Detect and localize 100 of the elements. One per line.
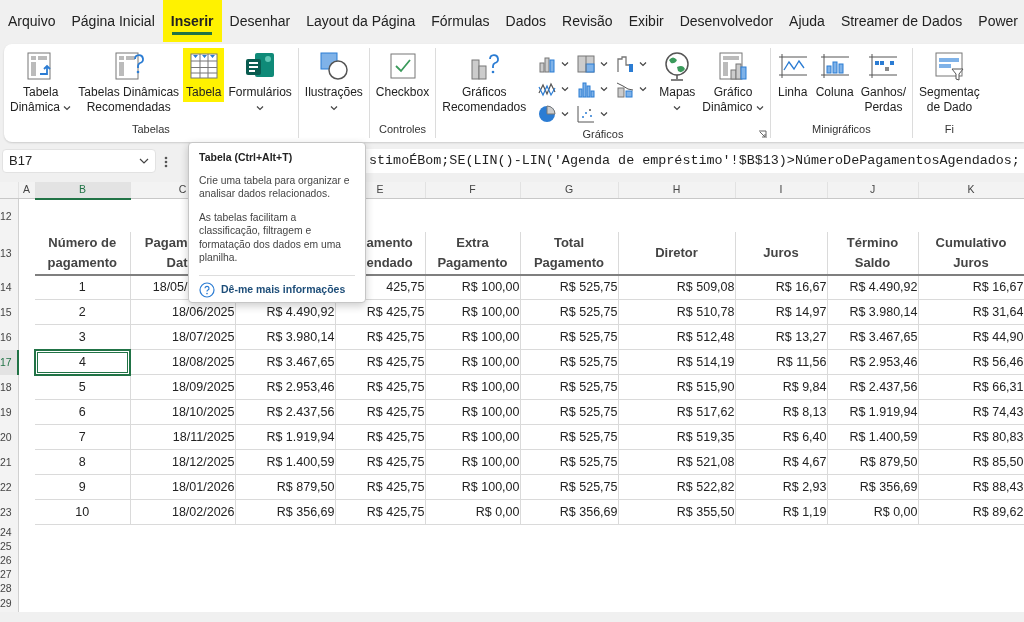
table-cell: R$ 425,75 <box>366 379 424 394</box>
help-icon <box>199 281 215 298</box>
column-heading: amento endado <box>366 233 413 272</box>
row-header[interactable]: 14 <box>0 274 18 300</box>
ribbon-button[interactable]: Mapas <box>656 48 699 117</box>
table-cell: R$ 8,13 <box>782 404 826 419</box>
group-label: Tabelas <box>131 122 170 138</box>
ribbon-button[interactable]: Coluna <box>812 48 857 102</box>
chevron-down-icon <box>139 158 149 164</box>
table-cell: R$ 2.437,56 <box>266 404 334 419</box>
table-cell: R$ 525,75 <box>559 479 617 494</box>
table-cell: R$ 425,75 <box>366 454 424 469</box>
row-header[interactable]: 18 <box>0 374 18 400</box>
row-header[interactable]: 20 <box>0 424 18 450</box>
row-header[interactable]: 21 <box>0 449 18 475</box>
table-cell: R$ 1,19 <box>782 504 826 519</box>
table-cell: R$ 100,00 <box>461 454 519 469</box>
table-cell: 18/02/2026 <box>171 504 234 519</box>
table-cell: R$ 89,62 <box>972 504 1023 519</box>
column-header[interactable]: F <box>469 183 476 196</box>
row-header[interactable]: 12 <box>0 198 18 232</box>
ribbon-tab[interactable]: Dados <box>497 0 555 42</box>
table-cell: R$ 4.490,92 <box>266 304 334 319</box>
ribbon-tab[interactable]: Layout da Página <box>298 0 424 42</box>
table-cell: 1 <box>78 280 86 295</box>
column-header[interactable]: K <box>967 183 975 196</box>
table-cell: R$ 3.980,14 <box>849 304 917 319</box>
column-header[interactable]: H <box>672 183 681 196</box>
formula-bar[interactable]: stimoÉBom;SE(LIN()-LIN('Agenda de empréstimo'!$B$13)>NúmeroDePagamentosAgendados; <box>366 149 1024 173</box>
table-cell: R$ 515,90 <box>676 379 734 394</box>
table-cell: R$ 425,75 <box>366 429 424 444</box>
table-cell: R$ 2.953,46 <box>266 379 334 394</box>
ribbon-button[interactable]: Ilustrações <box>301 48 366 117</box>
column-header[interactable]: I <box>779 183 783 196</box>
row-header[interactable]: 15 <box>0 299 18 325</box>
ribbon-button[interactable]: Segmentaç de Dado <box>916 48 983 117</box>
ribbon-tab[interactable]: Página Inicial <box>63 0 163 42</box>
table-cell: R$ 2.437,56 <box>849 379 917 394</box>
table-cell: 18/08/2025 <box>171 354 234 369</box>
ribbon-button[interactable]: Gráfico Dinâmico <box>699 48 767 117</box>
ribbon-button[interactable]: Linha <box>773 48 812 102</box>
cell-reference: B17 <box>9 152 33 171</box>
table-cell: 2 <box>78 304 86 319</box>
name-box[interactable]: B17 <box>2 149 156 173</box>
ribbon-button[interactable]: Tabela Dinâmica <box>7 48 75 117</box>
ribbon-tab[interactable]: Inserir <box>162 0 222 42</box>
table-cell: R$ 525,75 <box>559 329 617 344</box>
table-cell: R$ 425,75 <box>366 304 424 319</box>
pie-chart-icon <box>538 104 557 123</box>
caret-icon <box>639 85 648 92</box>
table-cell: R$ 100,00 <box>461 304 519 319</box>
table-cell: 7 <box>78 429 86 444</box>
ribbon-tab[interactable]: Streamer de Dados <box>832 0 971 42</box>
group-label: Fi <box>944 122 954 138</box>
column-header[interactable]: G <box>564 183 574 196</box>
tooltip-text: As tabelas facilitam a classificação, filtragem e formatação dos dados em uma planilha. <box>199 210 342 265</box>
ribbon-tab[interactable]: Power <box>970 0 1024 42</box>
row-header[interactable]: 17 <box>0 349 18 375</box>
row-header[interactable]: 23 <box>0 499 18 525</box>
help-link[interactable]: Dê-me mais informações <box>221 281 346 298</box>
column-heading: Número de pagamento <box>47 233 117 272</box>
column-header[interactable]: B <box>79 183 86 195</box>
table-cell: R$ 521,08 <box>676 454 734 469</box>
ribbon-button[interactable]: Ganhos/ Perdas <box>857 48 910 117</box>
ribbon-tab[interactable]: Fórmulas <box>423 0 498 42</box>
column-heading: Cumulativo Juros <box>935 233 1007 272</box>
scatter-chart-icon <box>577 104 596 123</box>
table-cell: R$ 100,00 <box>461 479 519 494</box>
table-cell: R$ 1.400,59 <box>849 429 917 444</box>
table-cell: R$ 31,64 <box>972 304 1023 319</box>
ribbon-tab[interactable]: Desenhar <box>221 0 299 42</box>
ribbon-tab[interactable]: Exibir <box>620 0 672 42</box>
column-header[interactable]: E <box>376 183 384 196</box>
table-cell: R$ 100,00 <box>461 329 519 344</box>
ribbon-tab[interactable]: Desenvolvedor <box>671 0 782 42</box>
table-cell: R$ 356,69 <box>859 479 917 494</box>
row-header[interactable]: 13 <box>0 231 18 275</box>
table-cell: R$ 4,67 <box>782 454 826 469</box>
table-cell: R$ 80,83 <box>972 429 1023 444</box>
row-header[interactable]: 22 <box>0 474 18 500</box>
waterfall-chart-icon <box>616 54 635 73</box>
caret-icon <box>600 85 609 92</box>
ribbon-tab[interactable]: Ajuda <box>781 0 833 42</box>
ribbon-button[interactable]: Gráficos Recomendados <box>439 48 530 117</box>
ribbon-tab[interactable]: Revisão <box>554 0 621 42</box>
table-cell: R$ 425,75 <box>366 354 424 369</box>
ribbon-button[interactable]: Tabela <box>183 48 225 102</box>
row-header[interactable]: 19 <box>0 399 18 425</box>
ribbon-button[interactable]: Checkbox <box>372 48 433 102</box>
ribbon-tab[interactable]: Arquivo <box>0 0 64 42</box>
column-header[interactable]: C <box>178 183 187 196</box>
ribbon-button[interactable]: Tabelas Dinâmicas Recomendadas <box>75 48 183 117</box>
ribbon-button[interactable]: Formulários <box>225 48 295 117</box>
table-cell: 18/12/2025 <box>171 454 234 469</box>
table-cell: R$ 525,75 <box>559 280 617 295</box>
column-header[interactable]: J <box>869 183 876 196</box>
table-cell: R$ 425,75 <box>366 404 424 419</box>
column-heading: Diretor <box>655 243 698 262</box>
caret-icon <box>561 60 570 67</box>
row-header[interactable]: 16 <box>0 324 18 350</box>
